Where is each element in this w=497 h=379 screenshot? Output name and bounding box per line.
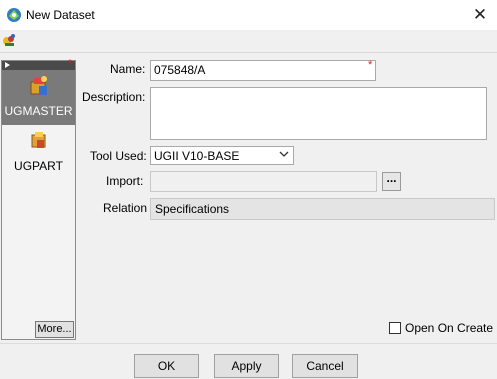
required-marker: *: [368, 59, 373, 71]
tool-used-label: Tool Used:: [90, 149, 147, 163]
ugmaster-icon: [30, 76, 47, 95]
title-bar: New Dataset ✕: [0, 0, 497, 30]
panel-header[interactable]: *: [2, 58, 75, 70]
import-browse-button[interactable]: ...: [382, 172, 401, 191]
description-label: Description:: [82, 90, 146, 104]
ugpart-icon: [31, 132, 46, 148]
open-on-create-checkbox[interactable]: [389, 322, 401, 334]
app-icon: [6, 7, 22, 23]
type-item-ugpart[interactable]: UGPART: [2, 125, 75, 180]
dataset-type-panel: * UGMASTER UGPART More...: [1, 58, 76, 340]
ok-button[interactable]: OK: [134, 354, 199, 378]
description-field[interactable]: [150, 87, 487, 140]
window-title: New Dataset: [26, 8, 95, 22]
footer-divider: [0, 343, 497, 344]
import-label: Import:: [106, 174, 144, 188]
type-item-label: UGMASTER: [4, 104, 73, 118]
relation-label: Relation: [103, 201, 148, 215]
open-on-create-label[interactable]: Open On Create: [405, 321, 493, 335]
tool-used-select[interactable]: UGII V10-BASE: [150, 146, 294, 165]
expand-arrow-icon[interactable]: [5, 62, 10, 68]
type-item-ugmaster[interactable]: UGMASTER: [2, 70, 75, 125]
type-item-label: UGPART: [14, 159, 63, 173]
name-label: Name:: [110, 62, 146, 76]
relation-field[interactable]: Specifications: [150, 198, 495, 220]
required-marker: *: [68, 58, 72, 69]
tool-used-value: UGII V10-BASE: [154, 149, 240, 163]
close-icon[interactable]: ✕: [466, 2, 494, 28]
apply-button[interactable]: Apply: [214, 354, 279, 378]
cancel-button[interactable]: Cancel: [292, 354, 358, 378]
toolbar: [0, 30, 497, 53]
wizard-icon[interactable]: [1, 32, 17, 48]
name-field[interactable]: 075848/A: [150, 60, 376, 81]
more-button[interactable]: More...: [35, 321, 74, 338]
import-field[interactable]: [150, 171, 377, 192]
chevron-down-icon: [279, 149, 289, 162]
